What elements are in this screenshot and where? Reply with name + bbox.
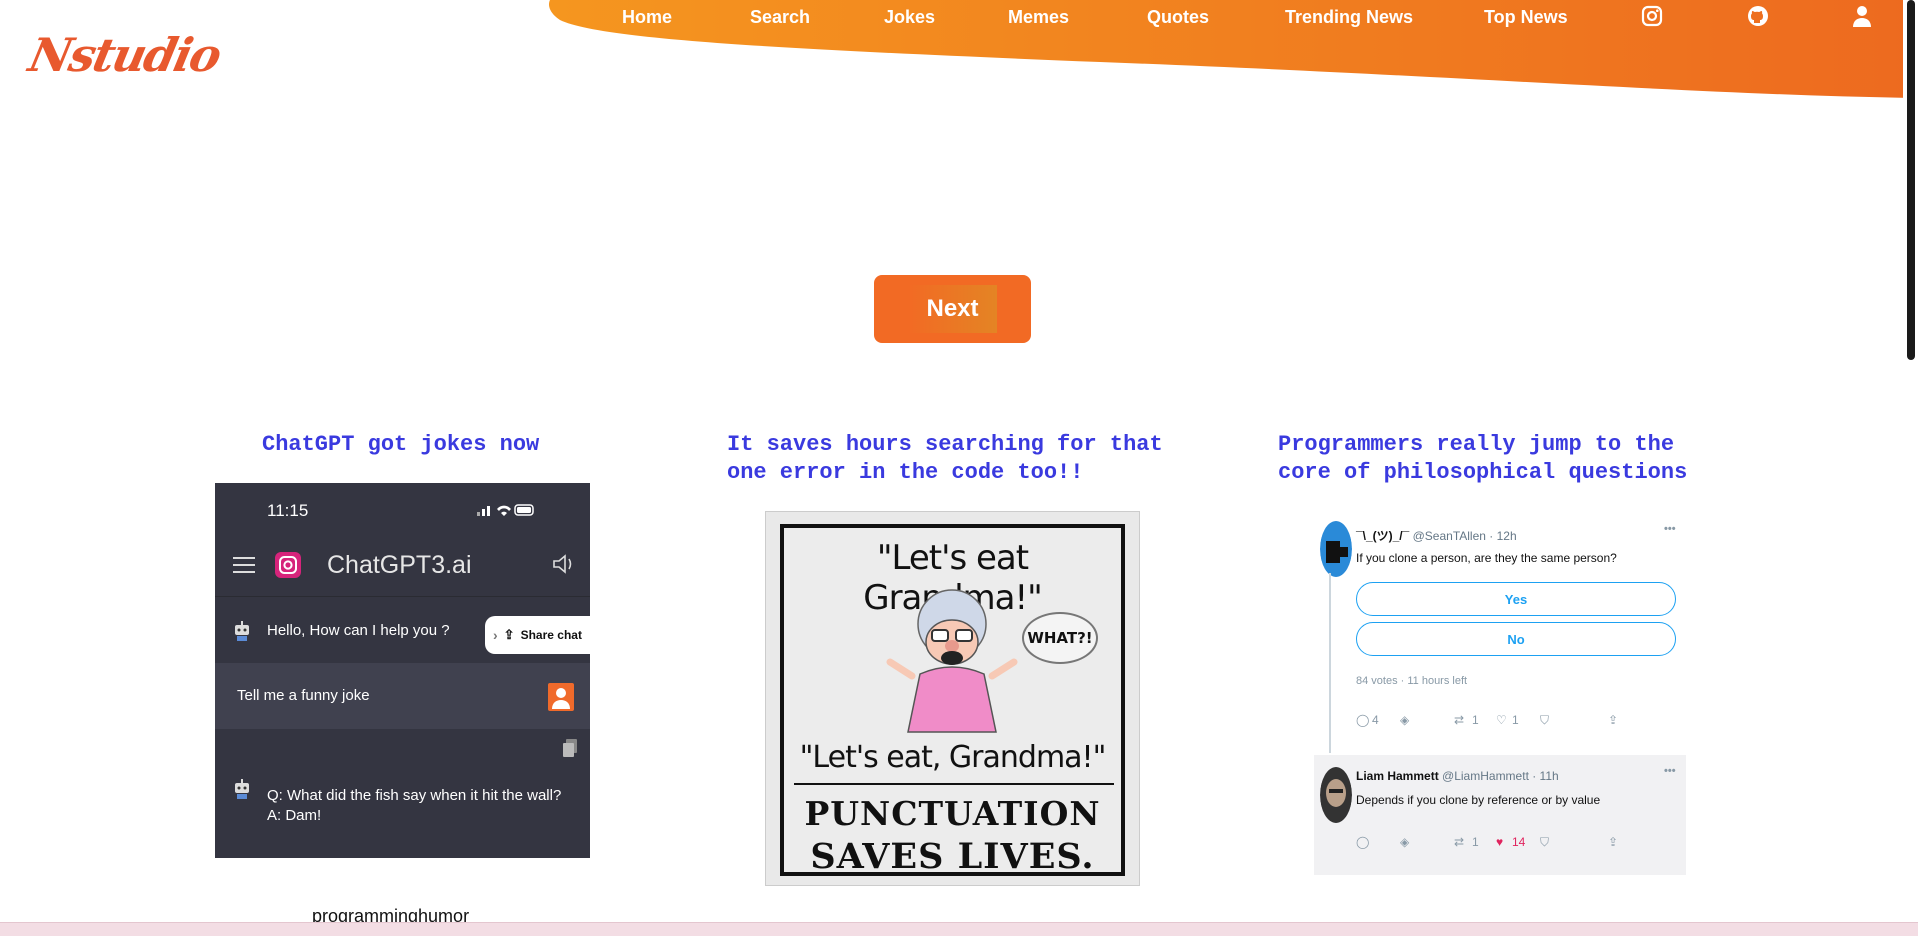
like-icon: ♡	[1496, 713, 1507, 727]
nav-memes[interactable]: Memes	[1008, 7, 1069, 28]
punctuation-meme-image[interactable]: "Let's eat Grandma!" WHAT?! "Let's eat, …	[765, 511, 1140, 886]
tweet-2-text: Depends if you clone by reference or by …	[1356, 793, 1601, 807]
site-logo[interactable]: Nstudio	[24, 28, 224, 82]
signal-wifi-battery-icon	[477, 504, 534, 516]
avatar	[1320, 521, 1352, 577]
nav-jokes[interactable]: Jokes	[884, 7, 935, 28]
bot-answer-question: Q: What did the fish say when it hit the…	[267, 787, 562, 804]
retweet-icon: ⇄	[1454, 835, 1465, 849]
share-icon: ⇪	[1608, 713, 1619, 727]
nav-trending-news[interactable]: Trending News	[1285, 7, 1413, 28]
retweet-count: 1	[1472, 713, 1479, 727]
share-icon: ⇪	[1608, 835, 1619, 849]
reply-count: 4	[1372, 713, 1379, 727]
retweet-icon: ⇄	[1454, 713, 1465, 727]
shield-icon: ⛉	[1540, 713, 1550, 727]
grandma-illustration	[886, 589, 1018, 733]
card-2-title: It saves hours searching for that one er…	[727, 432, 1163, 485]
user-avatar-icon	[548, 683, 574, 711]
speaker-icon	[553, 554, 572, 574]
like-count: 14	[1512, 835, 1526, 849]
phone-time: 11:15	[267, 501, 309, 520]
user-message-text: Tell me a funny joke	[237, 687, 370, 704]
chat-app-title: ChatGPT3.ai	[327, 551, 472, 579]
layers-icon: ◈	[1400, 713, 1410, 727]
poll-option-no[interactable]: No	[1356, 622, 1676, 656]
speech-bubble: WHAT?!	[1022, 612, 1098, 664]
instagram-icon	[275, 552, 301, 578]
poster-line-2: SAVES LIVES.	[810, 836, 1095, 877]
share-chat-button[interactable]: › ⇪ Share chat	[485, 616, 590, 654]
instagram-icon[interactable]	[1640, 4, 1664, 28]
more-options-icon: •••	[1664, 523, 1676, 535]
nav-home[interactable]: Home	[622, 7, 672, 28]
nav-top-news[interactable]: Top News	[1484, 7, 1568, 28]
poster-quote-2: "Let's eat, Grandma!"	[799, 740, 1107, 775]
tweet-2-meta: @LiamHammett · 11h	[1442, 769, 1559, 783]
liked-heart-icon: ♥	[1496, 835, 1504, 849]
tweet-1-text: If you clone a person, are they the same…	[1356, 551, 1617, 565]
layers-icon: ◈	[1400, 835, 1410, 849]
poll-meta: 84 votes · 11 hours left	[1356, 675, 1468, 687]
page-scrollbar[interactable]	[1903, 0, 1918, 922]
header-wave	[549, 0, 1918, 98]
robot-icon	[235, 621, 249, 641]
bottom-taskbar	[0, 922, 1918, 936]
nav-search[interactable]: Search	[750, 7, 810, 28]
user-icon[interactable]	[1850, 4, 1874, 28]
reply-icon: ◯	[1356, 835, 1370, 849]
avatar	[1320, 767, 1352, 823]
thread-line	[1329, 573, 1331, 753]
menu-icon	[233, 557, 255, 573]
chatgpt-joke-image[interactable]: 11:15 ChatGPT3.ai Hello, How can I help …	[215, 483, 590, 858]
chat-app-bar: ChatGPT3.ai	[215, 533, 590, 597]
like-count: 1	[1512, 713, 1519, 727]
tweet-1-author: ¯\_(ツ)_/¯ @SeanTAllen · 12h	[1356, 527, 1517, 544]
share-chat-label: Share chat	[520, 628, 582, 642]
scrollbar-thumb[interactable]	[1907, 0, 1915, 360]
shield-icon: ⛉	[1540, 835, 1550, 849]
copy-icon	[563, 739, 577, 757]
chat-row-bot-answer: Q: What did the fish say when it hit the…	[215, 729, 590, 849]
tweet-1-name: ¯\_(ツ)_/¯	[1356, 529, 1410, 543]
next-button[interactable]: Next	[874, 275, 1031, 343]
chevron-left-icon: ›	[493, 627, 498, 643]
philosophy-tweet-image[interactable]: ¯\_(ツ)_/¯ @SeanTAllen · 12h ••• If you c…	[1314, 513, 1686, 875]
robot-icon	[235, 779, 249, 799]
poll-option-yes[interactable]: Yes	[1356, 582, 1676, 616]
github-icon[interactable]	[1746, 4, 1770, 28]
bot-answer-punchline: A: Dam!	[267, 807, 322, 824]
chat-row-user-message: Tell me a funny joke	[215, 663, 590, 729]
tweet-2-author: Liam Hammett @LiamHammett · 11h	[1356, 769, 1559, 783]
nav-quotes[interactable]: Quotes	[1147, 7, 1209, 28]
share-icon: ⇪	[503, 627, 515, 642]
poster-frame: "Let's eat Grandma!" WHAT?! "Let's eat, …	[780, 524, 1125, 877]
tweet-1-meta: @SeanTAllen · 12h	[1412, 529, 1517, 543]
card-3-title: Programmers really jump to the core of p…	[1278, 432, 1688, 485]
bot-greeting-text: Hello, How can I help you ?	[267, 622, 450, 639]
retweet-count: 1	[1472, 835, 1479, 849]
card-1-title: ChatGPT got jokes now	[262, 432, 540, 457]
next-button-label: Next	[908, 285, 997, 333]
reply-icon: ◯	[1356, 713, 1370, 727]
more-options-icon: •••	[1664, 765, 1676, 777]
reply-tweet: Liam Hammett @LiamHammett · 11h ••• Depe…	[1314, 755, 1686, 875]
poster-line-1: PUNCTUATION	[804, 794, 1101, 833]
tweet-2-name: Liam Hammett	[1356, 769, 1439, 783]
phone-status-bar: 11:15	[215, 483, 590, 533]
poster-divider	[794, 783, 1114, 785]
